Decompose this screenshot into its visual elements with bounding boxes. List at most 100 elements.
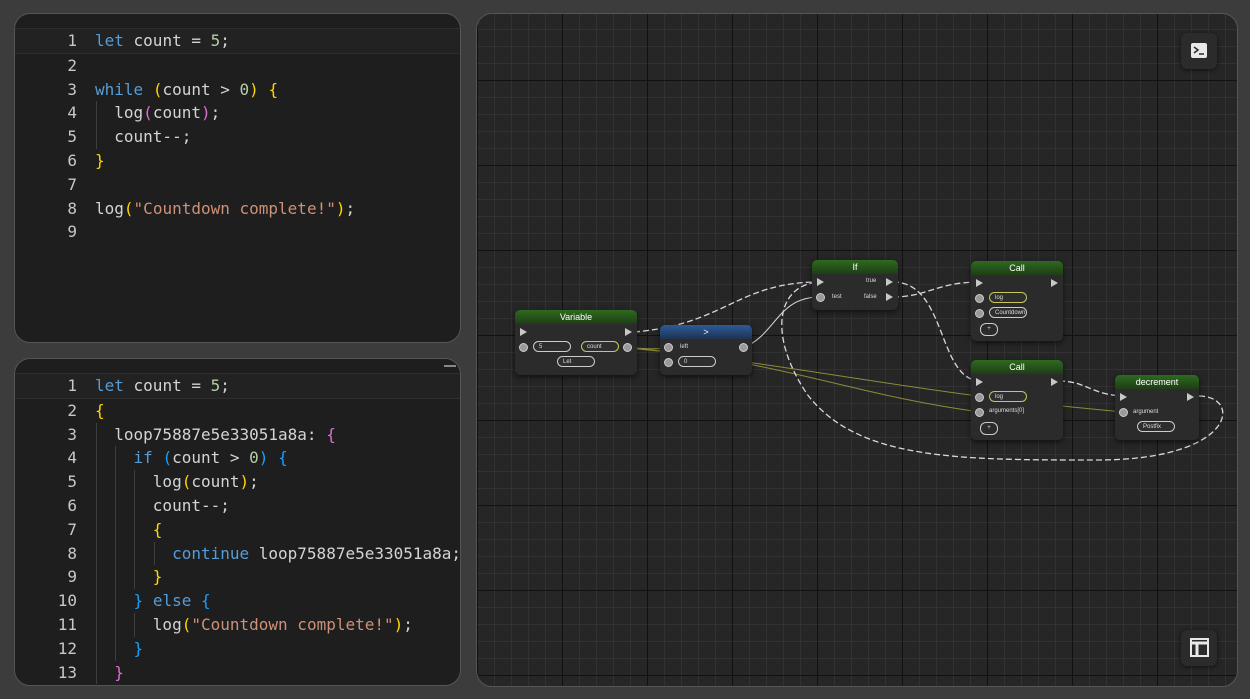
code-line[interactable]: 14} [15,684,460,685]
right-input-pin[interactable] [664,358,673,367]
left-input-pin[interactable] [664,343,673,352]
code-line[interactable]: 1 let count = 5; [15,373,460,399]
line-number: 14 [39,684,77,685]
code-line[interactable]: 3 while (count > 0) { [15,78,460,102]
code-line[interactable]: 8 log("Countdown complete!"); [15,197,460,221]
callee-field[interactable]: log [989,292,1027,303]
callee-field[interactable]: log [989,391,1027,402]
code-line[interactable]: 11 log("Countdown complete!"); [15,612,460,637]
code-line[interactable]: 12 } [15,636,460,661]
code-line[interactable]: 1 let count = 5; [15,28,460,54]
callee-input-pin[interactable] [975,393,984,402]
test-input-pin[interactable] [816,293,825,302]
terminal-button[interactable] [1181,33,1217,69]
layout-panel-icon [1190,638,1209,657]
code-line[interactable]: 5 count--; [15,125,460,149]
exec-out-pin[interactable] [1051,279,1058,287]
left-label: left [680,344,689,350]
line-content: loop75887e5e33051a8a: { [95,424,336,444]
line-number: 1 [67,31,77,50]
line-number: 4 [67,103,77,123]
true-exec-out-pin[interactable] [886,278,893,286]
if-node-title: If [812,260,898,274]
exec-out-pin[interactable] [625,328,632,336]
line-number: 8 [67,543,77,563]
line-content: { [95,400,105,420]
line-content: continue loop75887e5e33051a8a; [172,543,461,563]
test-label: test [832,294,842,300]
code-line[interactable]: 7 [15,173,460,197]
mode-select[interactable]: Postfix [1137,421,1175,432]
line-content: count--; [95,495,230,515]
code-line[interactable]: 10 } else { [15,589,460,613]
node-graph-canvas[interactable]: Variable 5 count Let > left 0 If true te… [476,13,1238,687]
call-node-countdown[interactable]: Call log Countdown complete! + [971,261,1063,341]
code-line[interactable]: 13 } [15,660,460,685]
line-content: } else { [133,591,211,611]
line-number: 10 [57,591,77,611]
exec-out-pin[interactable] [1051,378,1058,386]
code-line[interactable]: 6} [15,149,460,173]
exec-out-pin[interactable] [1187,393,1194,401]
code-line[interactable]: 5 log(count); [15,470,460,494]
line-number: 9 [67,567,77,587]
code-line[interactable]: 9 [15,220,460,244]
compare-node-title: > [660,325,752,339]
source-code-editor[interactable]: 1 let count = 5; 2 3 while (count > 0) {4 lo… [14,13,461,343]
line-content: let count = 5; [95,376,230,395]
line-number: 6 [67,150,77,170]
add-argument-button[interactable]: + [980,422,998,435]
layout-panel-button[interactable] [1181,630,1217,666]
exec-in-pin[interactable] [520,328,527,336]
line-content: if (count > 0) { [133,448,288,468]
code-line[interactable]: 8 continue loop75887e5e33051a8a; [15,541,461,566]
line-number: 7 [67,174,77,194]
if-node[interactable]: If true test false [812,260,898,310]
compiled-code-editor[interactable]: 1 let count = 5; 2{3 loop75887e5e33051a8a:… [14,358,461,686]
name-field[interactable]: count [581,341,619,352]
exec-in-pin[interactable] [817,278,824,286]
value-output-pin[interactable] [623,343,632,352]
call-node-title: Call [971,360,1063,374]
compare-output-pin[interactable] [739,343,748,352]
exec-in-pin[interactable] [1120,393,1127,401]
scrollbar-thumb[interactable] [444,365,456,367]
code-line[interactable]: 6 count--; [15,493,460,518]
source-code-lines: 1 let count = 5; 2 3 while (count > 0) {4 lo… [15,28,460,244]
code-line[interactable]: 2 [15,54,460,78]
code-line[interactable]: 2{ [15,399,460,423]
argument-field[interactable]: Countdown complete! [989,307,1027,318]
code-line[interactable]: 3 loop75887e5e33051a8a: { [15,422,460,447]
true-label: true [866,278,877,284]
call-node-log-count[interactable]: Call log arguments[0] + [971,360,1063,440]
kind-select[interactable]: Let [557,356,595,367]
callee-input-pin[interactable] [975,294,984,303]
argument-input-pin[interactable] [975,309,984,318]
value-field[interactable]: 5 [533,341,571,352]
code-line[interactable]: 4 if (count > 0) { [15,446,460,471]
variable-node[interactable]: Variable 5 count Let [515,310,637,375]
value-input-pin[interactable] [519,343,528,352]
line-number: 6 [67,495,77,515]
line-content: } [95,150,105,170]
compare-node[interactable]: > left 0 [660,325,752,375]
right-value-field[interactable]: 0 [678,356,716,367]
line-number: 12 [57,638,77,658]
line-number: 5 [67,127,77,147]
code-line[interactable]: 9 } [15,565,460,590]
line-content: } [114,662,124,682]
add-argument-button[interactable]: + [980,323,998,336]
argument-label: argument [1133,409,1159,415]
exec-in-pin[interactable] [976,279,983,287]
line-content: { [152,519,163,539]
false-exec-out-pin[interactable] [886,293,893,301]
arguments-input-pin[interactable] [975,408,984,417]
code-line[interactable]: 4 log(count); [15,101,460,126]
decrement-node[interactable]: decrement argument Postfix [1115,375,1199,440]
exec-in-pin[interactable] [976,378,983,386]
code-line[interactable]: 7 { [15,517,460,542]
line-content: count--; [95,127,192,147]
variable-node-title: Variable [515,310,637,324]
argument-input-pin[interactable] [1119,408,1128,417]
line-content: } [95,684,105,685]
